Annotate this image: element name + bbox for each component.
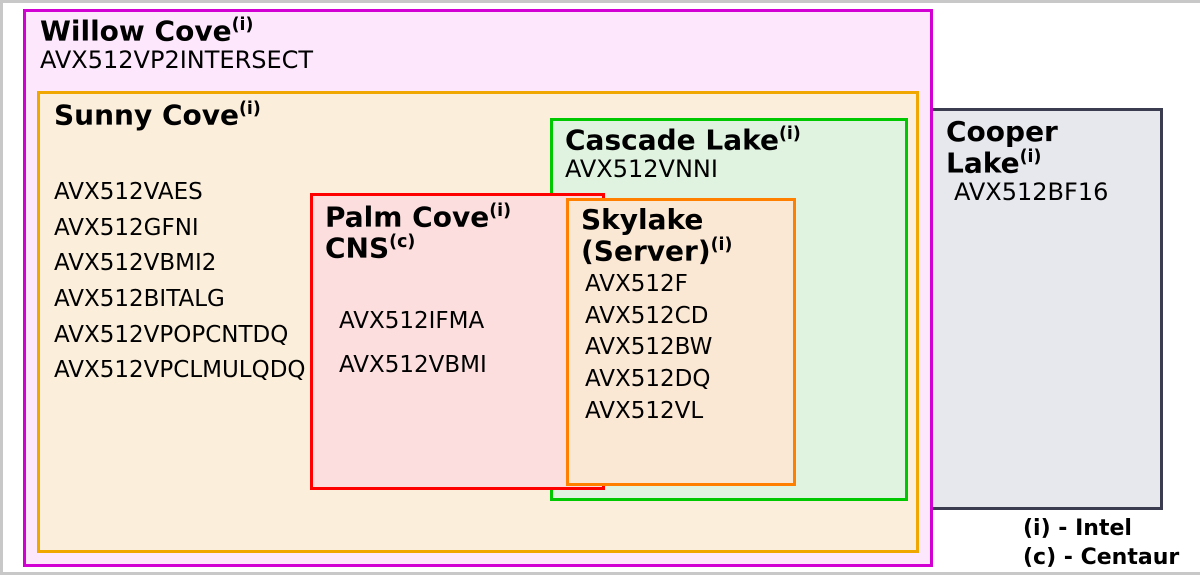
- willow-cove-title: Willow Cove(i): [40, 16, 916, 47]
- skylake-title-2: (Server)(i): [581, 236, 781, 267]
- skylake-features: AVX512F AVX512CD AVX512BW AVX512DQ AVX51…: [585, 269, 781, 428]
- palm-cove-features: AVX512IFMA AVX512VBMI: [339, 300, 590, 387]
- cascade-lake-feature: AVX512VNNI: [565, 156, 893, 184]
- palm-cove-title-1: Palm Cove(i): [325, 202, 590, 233]
- palm-cove-box: Palm Cove(i) CNS(c) AVX512IFMA AVX512VBM…: [310, 193, 605, 490]
- willow-cove-feature: AVX512VP2INTERSECT: [40, 47, 916, 75]
- palm-cove-title-2: CNS(c): [325, 233, 590, 264]
- legend-centaur: (c) - Centaur: [1023, 544, 1179, 573]
- cooper-lake-feature: AVX512BF16: [954, 179, 1160, 207]
- cascade-lake-title: Cascade Lake(i): [565, 125, 893, 156]
- cooper-lake-title: Cooper Lake(i): [946, 117, 1160, 179]
- legend-intel: (i) - Intel: [1023, 515, 1179, 544]
- legend: (i) - Intel (c) - Centaur: [1023, 515, 1179, 572]
- skylake-title-1: Skylake: [581, 205, 781, 236]
- skylake-box: Skylake (Server)(i) AVX512F AVX512CD AVX…: [566, 198, 796, 486]
